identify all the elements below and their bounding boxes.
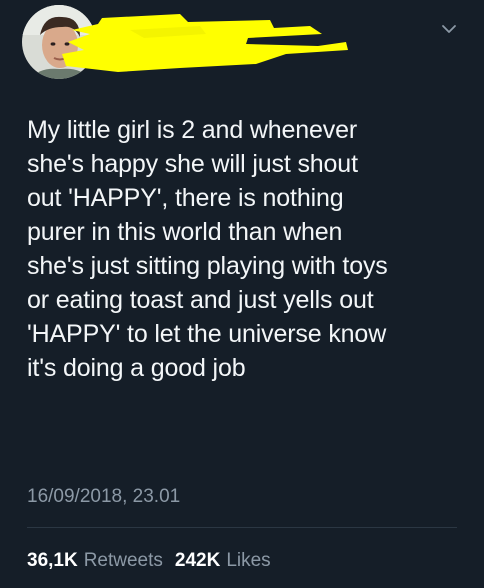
retweets-stat[interactable]: 36,1K Retweets — [27, 550, 163, 572]
likes-stat[interactable]: 242K Likes — [175, 550, 271, 572]
tweet-stats: 36,1K Retweets 242K Likes — [27, 550, 283, 572]
tweet-card: My little girl is 2 and whenever she's h… — [0, 0, 484, 588]
tweet-text: My little girl is 2 and whenever she's h… — [27, 116, 388, 382]
likes-count: 242K — [174, 550, 221, 571]
divider — [27, 527, 457, 528]
retweets-label: Retweets — [83, 550, 163, 571]
tweet-timestamp[interactable]: 16/09/2018, 23.01 — [27, 486, 180, 508]
name-redaction — [62, 14, 348, 72]
retweets-count: 36,1K — [27, 550, 78, 571]
chevron-down-icon[interactable] — [438, 18, 460, 40]
likes-label: Likes — [226, 550, 271, 571]
